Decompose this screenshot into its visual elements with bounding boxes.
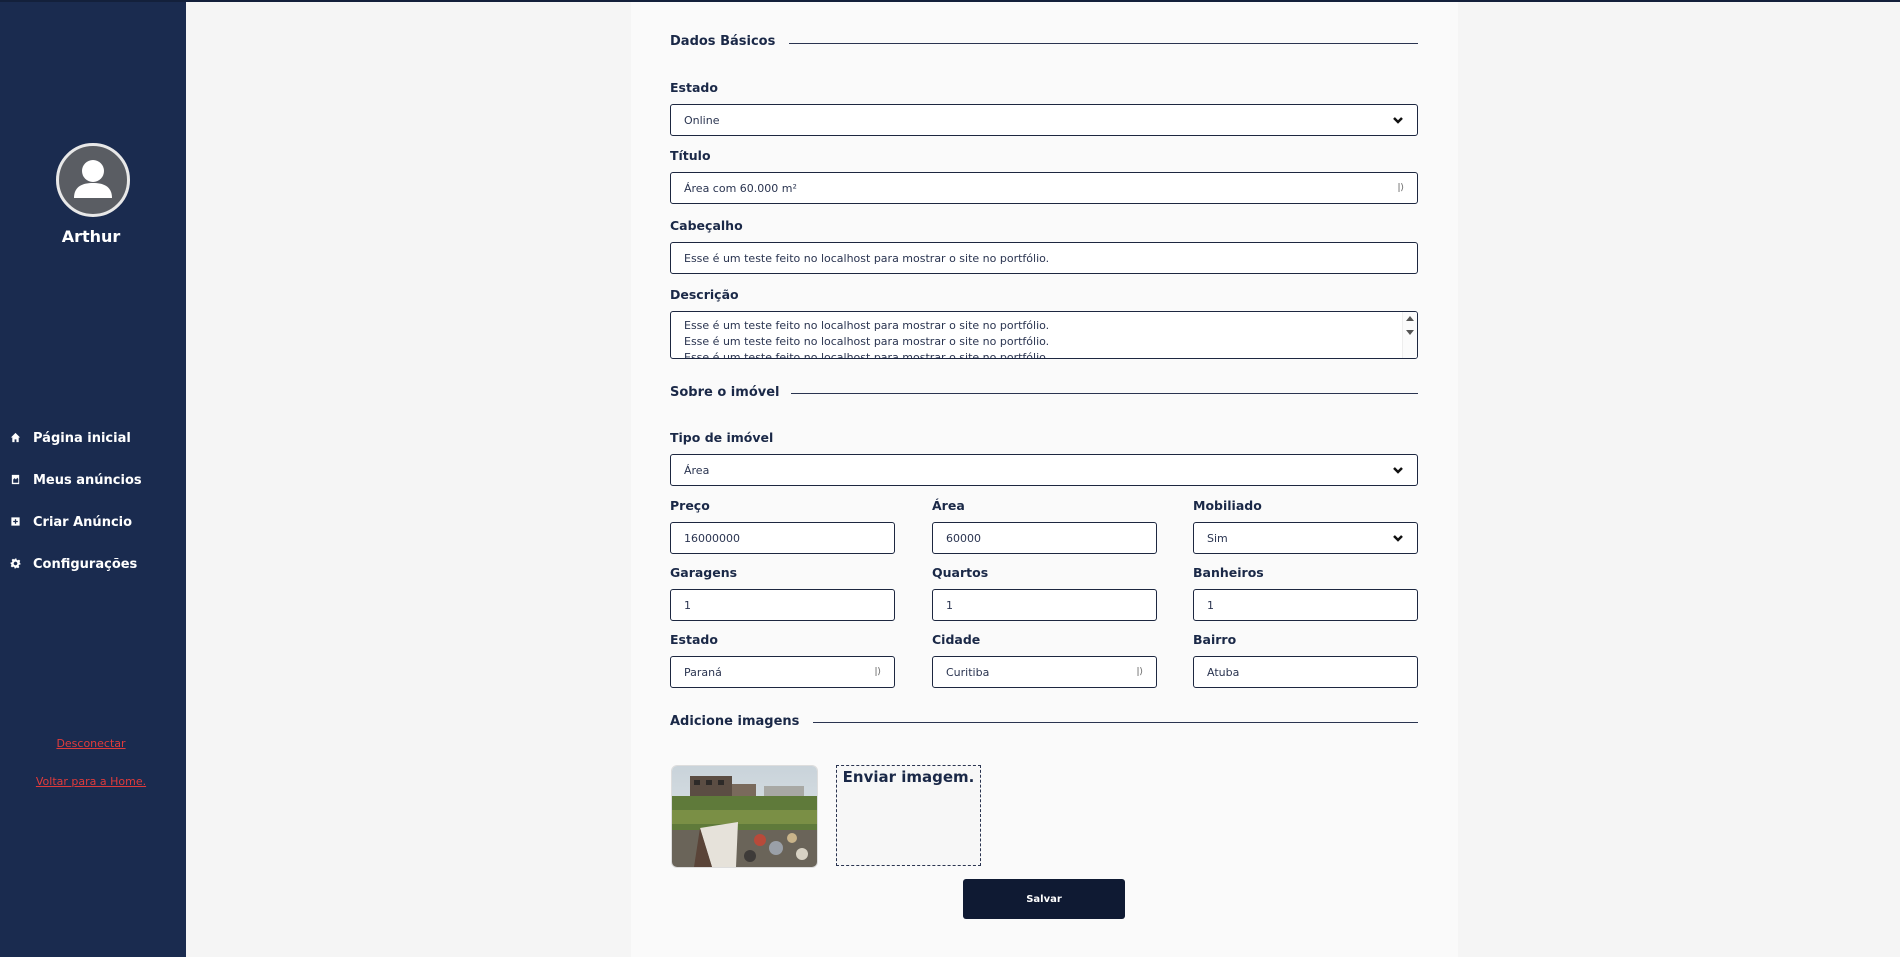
- district-input[interactable]: Atuba: [1193, 656, 1418, 688]
- section-divider: [813, 722, 1418, 723]
- price-label: Preço: [670, 498, 710, 513]
- section-title-images: Adicione imagens: [670, 714, 800, 729]
- status-value: Online: [684, 113, 720, 127]
- area-input[interactable]: 60000: [932, 522, 1157, 554]
- description-textarea[interactable]: Esse é um teste feito no localhost para …: [670, 311, 1418, 359]
- plus-square-icon: [10, 516, 22, 528]
- description-value: Esse é um teste feito no localhost para …: [684, 319, 1050, 359]
- city-input[interactable]: Curitiba |⟩: [932, 656, 1157, 688]
- furnished-select[interactable]: Sim: [1193, 522, 1418, 554]
- sidebar-nav: Página inicial Meus anúncios Criar Anúnc…: [10, 417, 142, 585]
- header-input[interactable]: Esse é um teste feito no localhost para …: [670, 242, 1418, 274]
- username: Arthur: [61, 227, 121, 246]
- price-input[interactable]: 16000000: [670, 522, 895, 554]
- autofill-icon: |⟩: [1136, 667, 1143, 677]
- logout-link[interactable]: Desconectar: [0, 737, 182, 750]
- avatar: [56, 143, 130, 217]
- furnished-value: Sim: [1207, 531, 1228, 545]
- chevron-down-icon: [1392, 464, 1404, 476]
- baths-value: 1: [1207, 598, 1214, 612]
- nav-item-create-ad[interactable]: Criar Anúncio: [10, 501, 142, 543]
- textarea-scrollbar[interactable]: [1402, 312, 1417, 358]
- section-divider: [789, 43, 1418, 44]
- district-value: Atuba: [1207, 665, 1240, 679]
- sidebar: Arthur Página inicial Meus anúncios Cria…: [0, 2, 186, 957]
- nav-label: Página inicial: [33, 430, 131, 446]
- upload-image-button[interactable]: Enviar imagem.: [836, 765, 981, 866]
- garages-value: 1: [684, 598, 691, 612]
- baths-input[interactable]: 1: [1193, 589, 1418, 621]
- header-value: Esse é um teste feito no localhost para …: [684, 251, 1050, 265]
- type-label: Tipo de imóvel: [670, 430, 774, 445]
- nav-label: Configurações: [33, 556, 138, 572]
- nav-item-home[interactable]: Página inicial: [10, 417, 142, 459]
- district-label: Bairro: [1193, 632, 1237, 647]
- chevron-down-icon: [1392, 114, 1404, 126]
- baths-label: Banheiros: [1193, 565, 1264, 580]
- garages-input[interactable]: 1: [670, 589, 895, 621]
- header-label: Cabeçalho: [670, 218, 743, 233]
- nav-item-my-ads[interactable]: Meus anúncios: [10, 459, 142, 501]
- section-divider: [791, 393, 1418, 394]
- rooms-value: 1: [946, 598, 953, 612]
- furnished-label: Mobiliado: [1193, 498, 1262, 513]
- ads-icon: [10, 474, 22, 486]
- nav-item-settings[interactable]: Configurações: [10, 543, 142, 585]
- section-title-basic: Dados Básicos: [670, 34, 776, 49]
- autofill-icon: |⟩: [1397, 183, 1404, 193]
- city-value: Curitiba: [946, 665, 990, 679]
- state-input[interactable]: Paraná |⟩: [670, 656, 895, 688]
- rooms-label: Quartos: [932, 565, 989, 580]
- title-label: Título: [670, 148, 711, 163]
- state-value: Paraná: [684, 665, 722, 679]
- property-image-thumbnail[interactable]: [671, 765, 818, 868]
- status-select[interactable]: Online: [670, 104, 1418, 136]
- description-label: Descrição: [670, 287, 739, 302]
- edit-ad-form: Dados Básicos Estado Online Título Área …: [631, 2, 1458, 957]
- home-icon: [10, 432, 22, 444]
- garages-label: Garagens: [670, 565, 738, 580]
- scroll-up-icon: [1406, 316, 1414, 321]
- area-label: Área: [932, 498, 965, 513]
- title-value: Área com 60.000 m²: [684, 181, 797, 195]
- scroll-down-icon: [1406, 330, 1414, 335]
- city-label: Cidade: [932, 632, 981, 647]
- chevron-down-icon: [1392, 532, 1404, 544]
- title-input[interactable]: Área com 60.000 m² |⟩: [670, 172, 1418, 204]
- rooms-input[interactable]: 1: [932, 589, 1157, 621]
- status-label: Estado: [670, 80, 718, 95]
- property-type-select[interactable]: Área: [670, 454, 1418, 486]
- back-home-link[interactable]: Voltar para a Home.: [0, 775, 182, 788]
- section-title-property: Sobre o imóvel: [670, 385, 780, 400]
- state-label: Estado: [670, 632, 718, 647]
- type-value: Área: [684, 463, 710, 477]
- autofill-icon: |⟩: [874, 667, 881, 677]
- save-button[interactable]: Salvar: [963, 879, 1125, 919]
- price-value: 16000000: [684, 531, 740, 545]
- gear-icon: [10, 558, 22, 570]
- nav-label: Meus anúncios: [33, 472, 142, 488]
- nav-label: Criar Anúncio: [33, 514, 133, 530]
- area-value: 60000: [946, 531, 981, 545]
- user-silhouette-icon: [74, 160, 112, 198]
